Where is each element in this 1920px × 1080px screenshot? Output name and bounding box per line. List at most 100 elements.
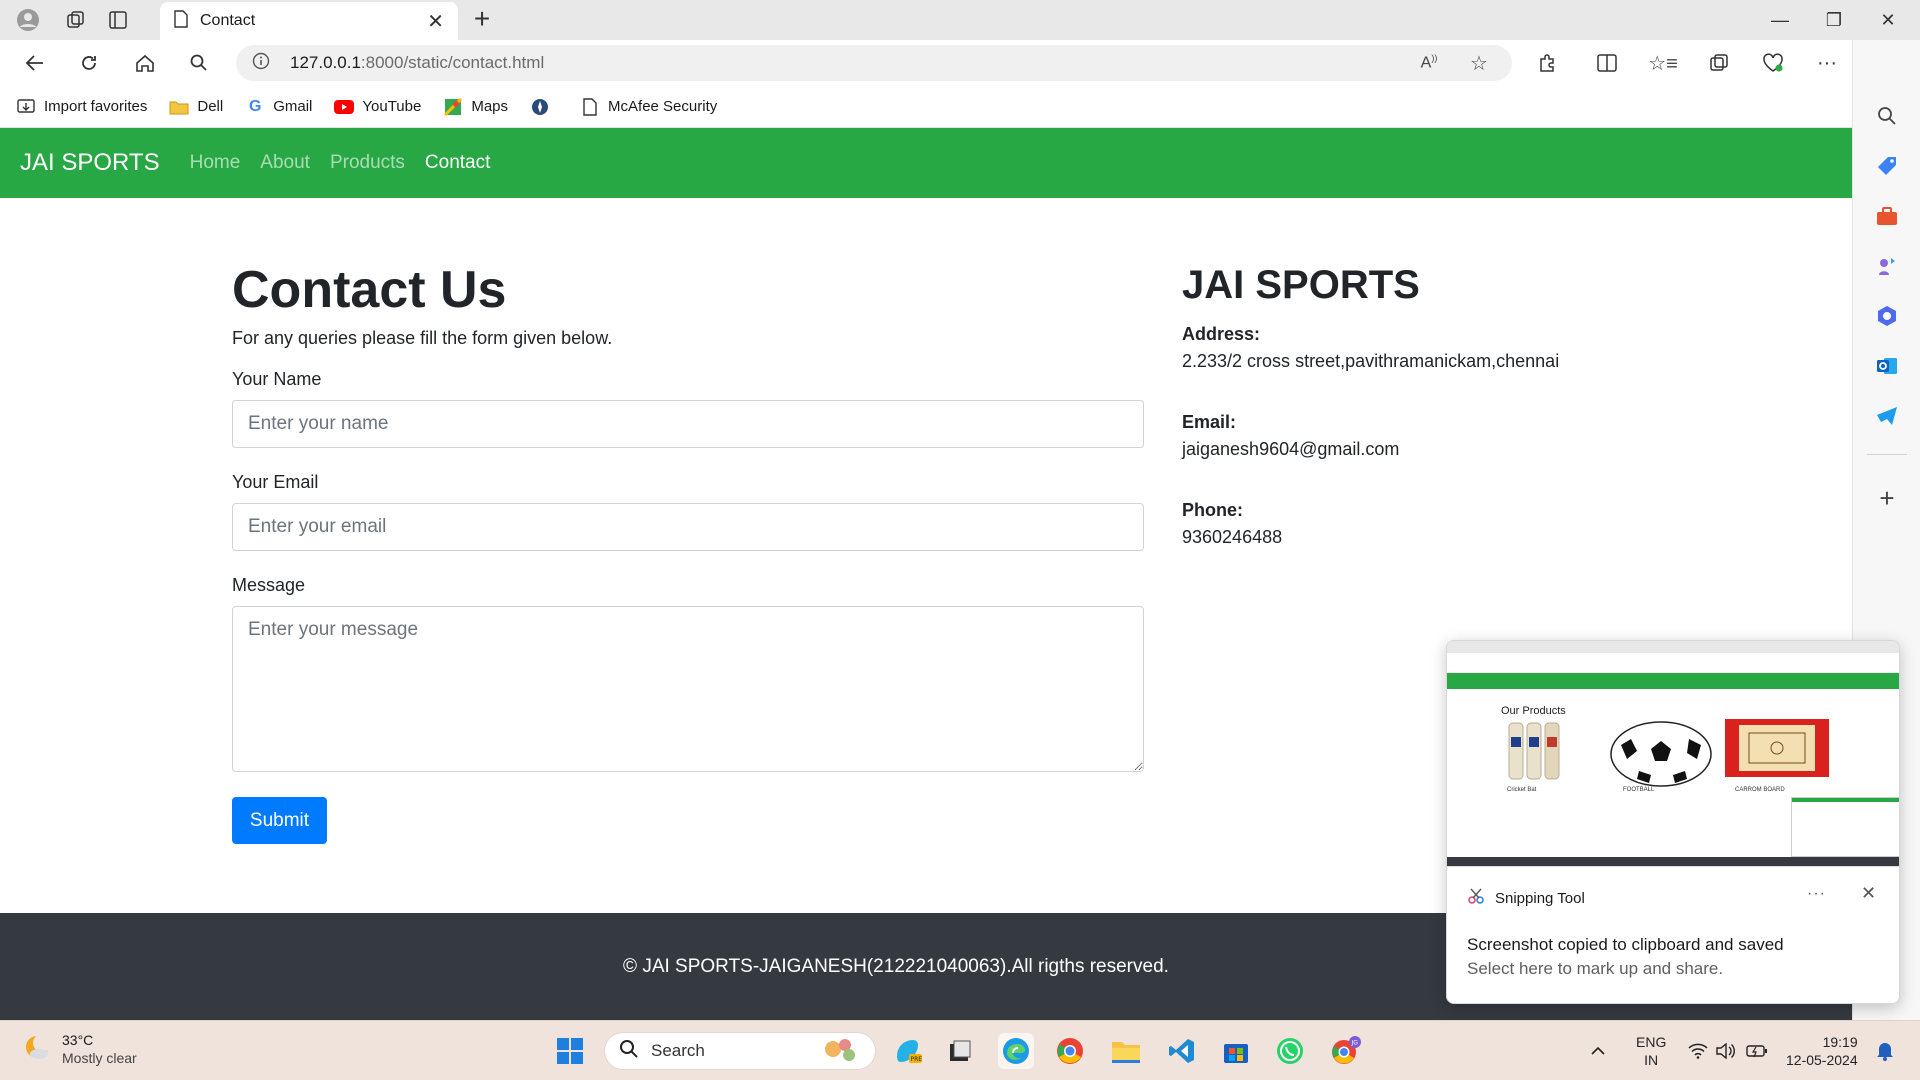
thumbnail-title: Our Products [1501, 705, 1566, 717]
weather-widget[interactable]: 33°C Mostly clear [22, 1031, 137, 1067]
restore-button[interactable]: ❐ [1814, 6, 1854, 34]
snipping-tool-notification[interactable]: Our Products Cricket Bat FOOTBALL CARROM… [1446, 640, 1900, 1004]
info-title: JAI SPORTS [1182, 263, 1420, 307]
name-input[interactable] [232, 400, 1144, 448]
taskbar-search[interactable]: Search [604, 1032, 876, 1070]
tab-title: Contact [200, 12, 256, 29]
volume-icon[interactable] [1716, 1021, 1736, 1080]
import-icon [16, 98, 36, 116]
windows-taskbar: 33°C Mostly clear Search PRE JG ENG IN 1… [0, 1020, 1920, 1080]
active-tab[interactable]: Contact ✕ [160, 2, 458, 40]
copilot-app-icon[interactable]: PRE [890, 1033, 926, 1069]
submit-button[interactable]: Submit [232, 797, 327, 844]
favorite-youtube[interactable]: YouTube [334, 98, 421, 116]
nav-contact[interactable]: Contact [425, 152, 490, 174]
search-icon[interactable] [184, 49, 214, 77]
wifi-icon[interactable] [1688, 1021, 1708, 1080]
vertical-tabs-icon[interactable] [104, 7, 132, 33]
favorites-icon[interactable]: ☆≡ [1648, 49, 1678, 77]
favorite-dell[interactable]: Dell [169, 98, 223, 116]
minimize-button[interactable]: — [1760, 6, 1800, 34]
contact-info-section: JAI SPORTS Address: 2.233/2 cross street… [1182, 262, 1682, 548]
vscode-icon[interactable] [1164, 1033, 1200, 1069]
favorite-label: McAfee Security [608, 98, 718, 115]
favorite-import[interactable]: Import favorites [16, 98, 147, 116]
email-input[interactable] [232, 503, 1144, 551]
thumbnail-cricket-bat [1501, 719, 1605, 789]
close-window-button[interactable]: ✕ [1868, 6, 1908, 34]
page-title: Contact Us [232, 261, 507, 319]
tools-icon[interactable] [1875, 204, 1899, 228]
start-button[interactable] [552, 1033, 588, 1069]
thumbnail-caption: Cricket Bat [1507, 787, 1537, 793]
svg-text:PRE: PRE [911, 1056, 923, 1063]
favorite-label: YouTube [362, 98, 422, 115]
favorite-compass[interactable] [530, 98, 558, 116]
toast-hint: Select here to mark up and share. [1467, 959, 1724, 978]
nav-products[interactable]: Products [330, 152, 405, 174]
whatsapp-icon[interactable] [1272, 1033, 1308, 1069]
thumbnail-caption: CARROM BOARD [1735, 787, 1785, 793]
compass-icon [530, 98, 550, 116]
toast-close-icon[interactable]: ✕ [1861, 883, 1876, 904]
chrome-app-icon[interactable] [1052, 1033, 1088, 1069]
split-screen-icon[interactable] [1592, 49, 1622, 77]
nav-home[interactable]: Home [190, 152, 241, 174]
refresh-button[interactable] [74, 49, 104, 77]
extensions-icon[interactable] [1532, 49, 1562, 77]
games-icon[interactable] [1875, 254, 1899, 278]
outlook-icon[interactable] [1875, 354, 1899, 378]
telegram-send-icon[interactable] [1875, 404, 1899, 428]
notification-bell-icon[interactable] [1876, 1021, 1894, 1080]
favorite-label: Import favorites [44, 98, 148, 115]
settings-more-icon[interactable]: ··· [1812, 49, 1842, 77]
search-highlight-icon [819, 1035, 863, 1068]
chrome-profile-icon[interactable]: JG [1328, 1033, 1364, 1069]
copilot-apps-icon[interactable] [1875, 304, 1899, 328]
battery-icon[interactable] [1746, 1021, 1768, 1080]
contact-form-section: Contact Us For any queries please fill t… [232, 260, 1144, 844]
nav-about[interactable]: About [260, 152, 310, 174]
collections-icon[interactable] [1704, 49, 1734, 77]
phone-value: 9360246488 [1182, 527, 1283, 547]
new-tab-button[interactable]: + [468, 5, 496, 34]
system-clock[interactable]: 19:19 12-05-2024 [1786, 1033, 1858, 1069]
edge-app-icon[interactable] [998, 1033, 1034, 1069]
message-textarea[interactable] [232, 606, 1144, 772]
show-hidden-icons[interactable] [1590, 1021, 1606, 1080]
read-aloud-icon[interactable]: A)) [1414, 49, 1444, 77]
file-explorer-icon[interactable] [1108, 1033, 1144, 1069]
favorite-star-icon[interactable]: ☆ [1464, 49, 1494, 77]
file-app-icon[interactable] [942, 1033, 978, 1069]
screenshot-thumbnail[interactable]: Our Products Cricket Bat FOOTBALL CARROM… [1447, 641, 1899, 867]
workspaces-icon[interactable] [62, 7, 90, 33]
profile-icon[interactable] [14, 7, 42, 33]
toast-header: Snipping Tool [1467, 887, 1585, 909]
back-button[interactable] [20, 49, 50, 77]
favorite-maps[interactable]: Maps [443, 97, 508, 116]
thumbnail-carrom-board [1725, 719, 1829, 789]
favorites-bar: Import favorites Dell G Gmail YouTube Ma… [0, 86, 1852, 128]
sidebar-search-icon[interactable] [1875, 104, 1899, 128]
language-indicator[interactable]: ENG IN [1636, 1033, 1666, 1069]
toast-more-options-icon[interactable]: ··· [1807, 885, 1826, 903]
site-brand[interactable]: JAI SPORTS [20, 149, 160, 177]
site-info-icon[interactable] [252, 52, 270, 75]
close-tab-icon[interactable]: ✕ [427, 9, 444, 34]
browser-essentials-icon[interactable] [1758, 49, 1788, 77]
home-button[interactable] [130, 49, 160, 77]
favorite-gmail[interactable]: G Gmail [245, 98, 312, 116]
snipping-tool-icon [1467, 887, 1485, 909]
name-label: Your Name [232, 369, 322, 389]
add-sidebar-app-icon[interactable]: + [1875, 483, 1899, 513]
url-bar[interactable]: 127.0.0.1:8000/static/contact.html [236, 45, 1512, 81]
microsoft-store-icon[interactable] [1218, 1033, 1254, 1069]
thumbnail-nested-toast [1791, 797, 1899, 857]
message-label: Message [232, 575, 306, 595]
page-subtitle: For any queries please fill the form giv… [232, 328, 613, 348]
page-icon [174, 9, 188, 33]
language-region: IN [1644, 1052, 1659, 1068]
favorite-mcafee[interactable]: McAfee Security [580, 97, 718, 116]
shopping-tag-icon[interactable] [1875, 154, 1899, 178]
thumbnail-caption: FOOTBALL [1623, 787, 1655, 793]
